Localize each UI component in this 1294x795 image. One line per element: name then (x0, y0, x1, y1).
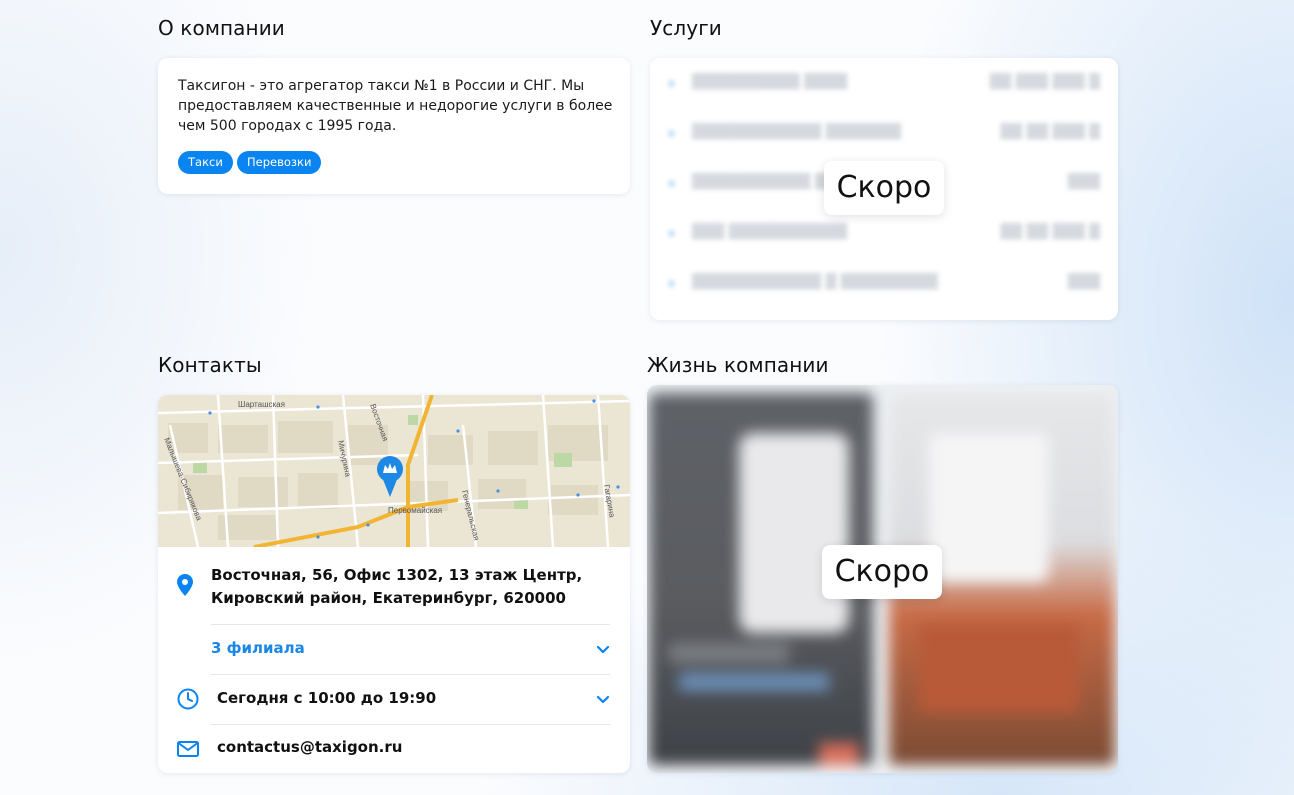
email-row: contactus@taxigon.ru (158, 725, 630, 773)
about-description: Таксигон - это агрегатор такси №1 в Росс… (178, 78, 613, 134)
contacts-card: Шарташская Восточная Мичурина Малышева-С… (158, 395, 630, 773)
chevron-down-icon[interactable] (596, 693, 610, 707)
life-soon-badge: Скоро (822, 545, 942, 599)
tag-transport[interactable]: Перевозки (237, 151, 322, 174)
about-heading: О компании (158, 16, 285, 40)
contacts-heading: Контакты (158, 353, 262, 377)
services-card: ██████████ ████ ██ ███ ███ █ ████████████… (650, 58, 1118, 320)
services-soon-badge: Скоро (824, 161, 944, 215)
map[interactable]: Шарташская Восточная Мичурина Малышева-С… (158, 395, 630, 547)
services-heading: Услуги (650, 16, 722, 40)
service-row-placeholder: ███ ███████████ ██ ██ ███ █ (668, 224, 1100, 244)
map-street-label: Первомайская (388, 506, 442, 515)
branches-row[interactable]: 3 филиала (158, 625, 630, 674)
service-row-placeholder: ████████████ ███████ ██ ██ ███ █ (668, 124, 1100, 144)
address-row: Восточная, 56, Офис 1302, 13 этаж Центр,… (158, 547, 630, 625)
life-heading: Жизнь компании (647, 353, 829, 377)
email-link[interactable]: contactus@taxigon.ru (217, 736, 402, 759)
tag-taxi[interactable]: Такси (178, 151, 233, 174)
map-street-label: Шарташская (238, 400, 285, 409)
about-card: Таксигон - это агрегатор такси №1 в Росс… (158, 58, 630, 194)
hours-row[interactable]: Сегодня с 10:00 до 19:90 (158, 675, 630, 724)
map-canvas: Шарташская Восточная Мичурина Малышева-С… (158, 395, 630, 547)
chevron-down-icon[interactable] (596, 643, 610, 657)
clock-icon (177, 688, 199, 710)
service-row-placeholder: ████████████ █ █████████ ███ (668, 274, 1100, 294)
location-pin-icon (177, 574, 193, 596)
service-row-placeholder: ██████████ ████ ██ ███ ███ █ (668, 74, 1100, 94)
life-card: Скоро (647, 385, 1118, 773)
branches-link[interactable]: 3 филиала (211, 637, 305, 660)
address-text: Восточная, 56, Офис 1302, 13 этаж Центр,… (211, 566, 583, 607)
hours-text: Сегодня с 10:00 до 19:90 (217, 689, 437, 707)
mail-icon (177, 741, 199, 757)
